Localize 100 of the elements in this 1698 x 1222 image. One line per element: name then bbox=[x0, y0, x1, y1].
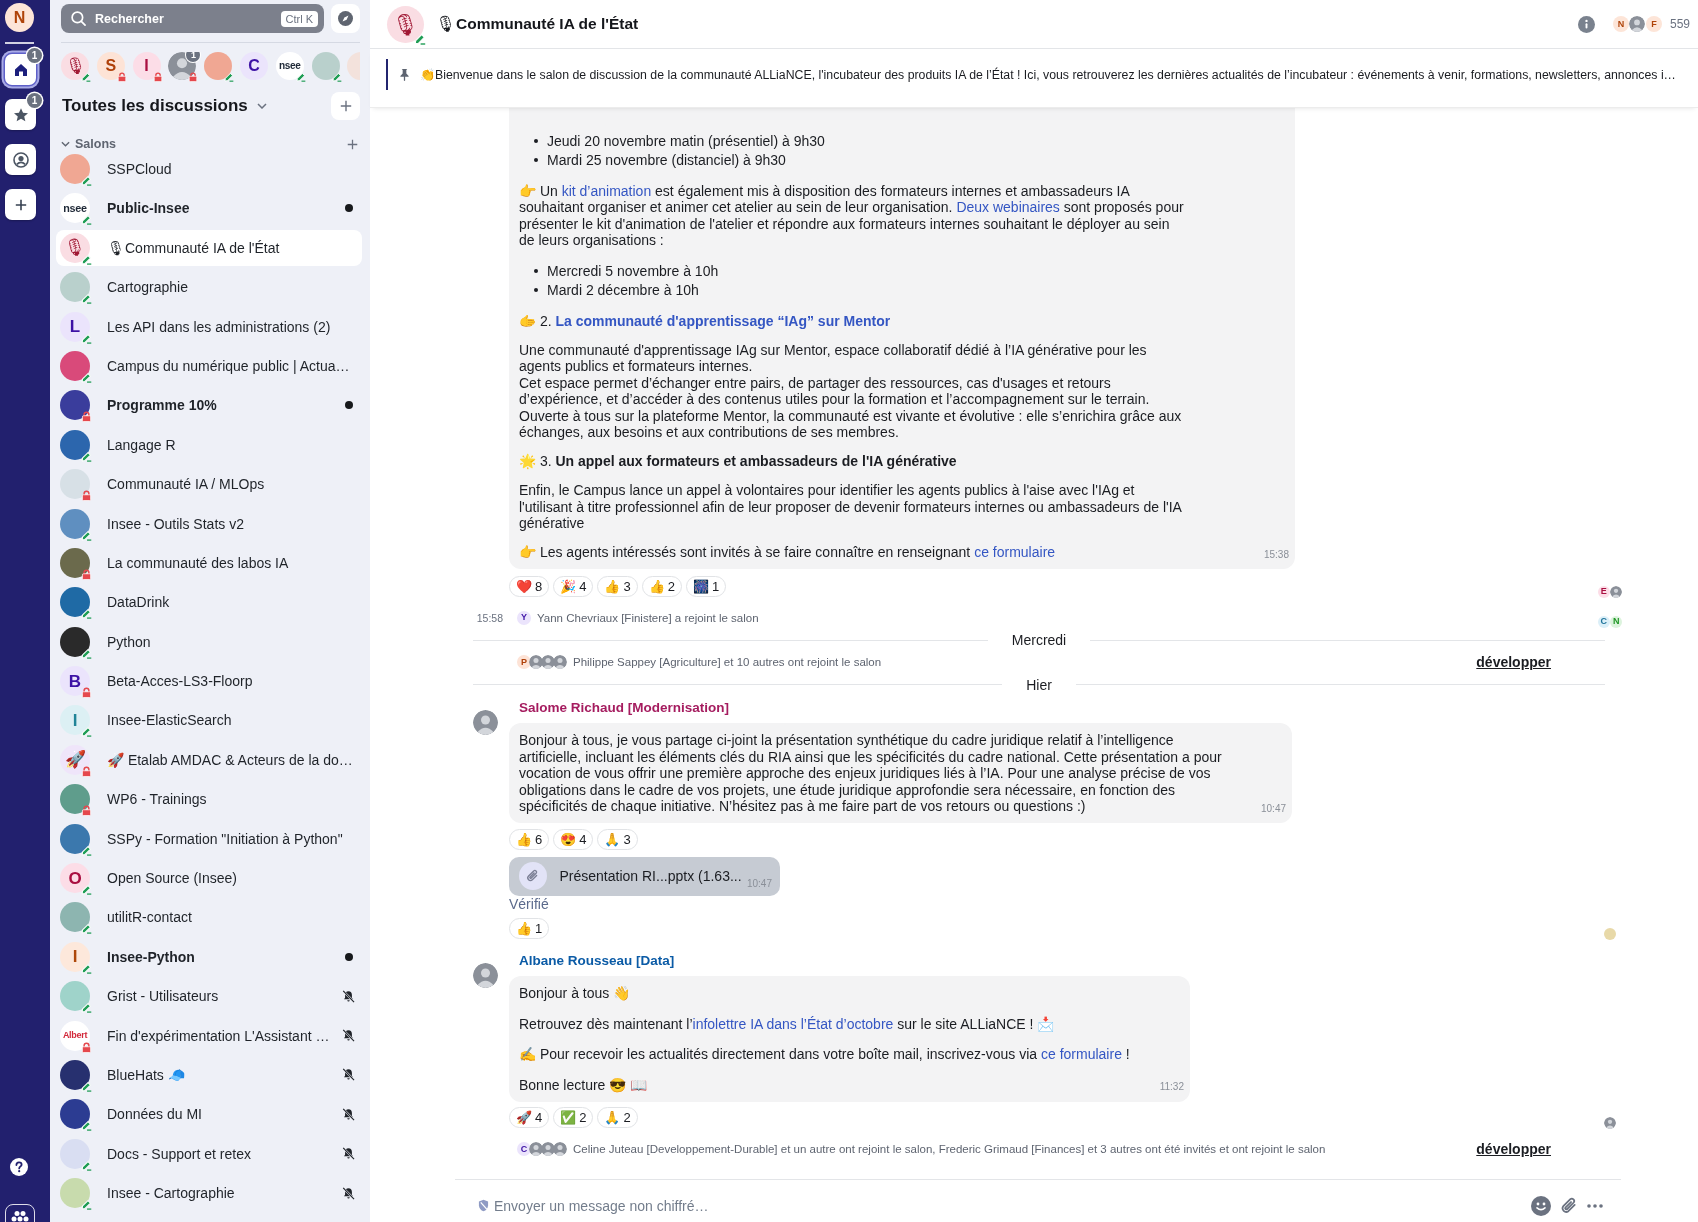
microphone-icon: 🎙 bbox=[436, 15, 456, 32]
section-toggle[interactable]: Salons bbox=[61, 137, 116, 151]
user-avatar bbox=[1629, 16, 1646, 32]
room-item[interactable]: O Open Source (Insee) bbox=[56, 860, 362, 897]
reaction-button[interactable]: 🎆 1 bbox=[685, 575, 727, 597]
pointing-hand-icon: 👉 bbox=[519, 544, 536, 560]
recent-room-avatar[interactable]: I bbox=[132, 52, 161, 80]
room-item[interactable]: Docs - Support et retex bbox=[56, 1135, 362, 1172]
room-avatar: I bbox=[60, 941, 90, 972]
user-avatar[interactable]: N bbox=[5, 3, 34, 32]
message-text: Bonne lecture 😎 📖 bbox=[519, 1076, 649, 1094]
reaction-button[interactable]: 🎉 4 bbox=[553, 575, 594, 597]
room-list-title[interactable]: Toutes les discussions bbox=[62, 96, 267, 116]
compose-button[interactable] bbox=[331, 92, 360, 120]
room-item[interactable]: nsee Public-Insee bbox=[56, 190, 362, 227]
reaction-button[interactable]: 🙏 3 bbox=[597, 828, 638, 850]
inline-link[interactable]: ce formulaire bbox=[974, 544, 1056, 560]
reaction-button[interactable]: 😍 4 bbox=[553, 828, 594, 850]
inline-link[interactable]: Deux webinaires bbox=[956, 199, 1060, 215]
sunglasses-face-icon: 😎 bbox=[609, 1076, 627, 1093]
room-item[interactable]: 🚀 🚀 Etalab AMDAC & Acteurs de la do… bbox=[56, 741, 362, 778]
reaction-button[interactable]: 🚀 4 bbox=[509, 1107, 550, 1129]
pinned-message[interactable]: 👏Bienvenue dans le salon de discussion de la communauté ALLiaNCE, l'incubateur des produits IA de l’État ! Ici, vous retrouverez les dernières actualités de l’incubateur : événements à venir, formations, newsletters, annonces i… bbox=[386, 59, 1698, 90]
help-button[interactable] bbox=[10, 1158, 28, 1176]
room-item[interactable]: Campus du numérique public | Actua… bbox=[56, 347, 362, 384]
room-item[interactable]: Insee - Outils Stats v2 bbox=[56, 505, 362, 542]
expand-link[interactable]: développer bbox=[1476, 1141, 1551, 1158]
recent-room-avatar[interactable]: C bbox=[240, 52, 268, 80]
read-receipt-avatar[interactable]: E bbox=[1597, 585, 1610, 598]
inline-link[interactable]: ce formulaire bbox=[1041, 1046, 1122, 1063]
member-list-button[interactable]: N F 559 bbox=[1612, 16, 1690, 32]
sender-name[interactable]: Salome Richaud [Modernisation] bbox=[519, 698, 730, 717]
room-item[interactable]: La communauté des labos IA bbox=[56, 544, 362, 581]
recent-room-avatar[interactable]: S bbox=[96, 52, 125, 80]
membership-event-text: Celine Juteau [Developpement-Durable] et un autre ont rejoint le salon, Frederic Grimaud [Finances] et 3 autres ont été invités et ont rejoint le salon bbox=[573, 1143, 1326, 1156]
reaction-button[interactable]: 👍 2 bbox=[641, 575, 682, 597]
reaction-button[interactable]: 🙏 2 bbox=[597, 1107, 638, 1129]
inline-link[interactable]: La communauté d'apprentissage “IAg” sur Mentor bbox=[555, 312, 891, 329]
fireworks-icon: 🎆 bbox=[692, 578, 709, 594]
room-item[interactable]: Python bbox=[56, 623, 362, 660]
more-button[interactable] bbox=[1587, 1203, 1603, 1208]
room-item[interactable]: Langage R bbox=[56, 426, 362, 463]
reaction-button[interactable]: 👍 6 bbox=[509, 828, 550, 850]
people-button[interactable] bbox=[5, 144, 36, 175]
recent-room-avatar[interactable]: nsee bbox=[275, 52, 304, 80]
sender-name[interactable]: Albane Rousseau [Data] bbox=[519, 951, 675, 970]
message-field[interactable]: Envoyer un message non chiffré… bbox=[494, 1197, 1521, 1214]
recent-room-avatar[interactable]: 🎙 bbox=[61, 52, 89, 80]
room-item[interactable]: Programme 10% bbox=[56, 387, 362, 424]
expand-link[interactable]: développer bbox=[1476, 654, 1551, 670]
room-item[interactable]: BlueHats 🧢 bbox=[56, 1057, 362, 1093]
room-item[interactable]: Communauté IA / MLOps bbox=[56, 466, 362, 503]
user-avatar[interactable] bbox=[1610, 585, 1623, 598]
member-avatar: Y bbox=[517, 610, 531, 625]
chevron-down-icon bbox=[256, 103, 267, 109]
timestamp: 15:38 bbox=[1263, 548, 1289, 561]
search-button[interactable]: Rechercher Ctrl K bbox=[61, 4, 324, 33]
room-item[interactable]: utilitR-contact bbox=[56, 899, 362, 936]
hand-icon: 🫱 bbox=[519, 312, 536, 329]
user-avatar bbox=[529, 655, 543, 669]
reaction-button[interactable]: ✅ 2 bbox=[553, 1107, 594, 1129]
create-space-button[interactable] bbox=[5, 189, 36, 220]
add-room-button[interactable] bbox=[347, 138, 358, 150]
thumbs-up-icon: 👍 bbox=[516, 921, 532, 937]
room-item[interactable]: Grist - Utilisateurs bbox=[56, 978, 362, 1015]
room-avatar: O bbox=[60, 863, 90, 894]
room-item[interactable]: 🎙 🎙Communauté IA de l'État bbox=[56, 229, 362, 266]
room-item[interactable]: Cartographie bbox=[56, 269, 362, 306]
user-avatar bbox=[529, 1142, 543, 1157]
room-item[interactable]: B Beta-Acces-LS3-Floorp bbox=[56, 663, 362, 700]
emoji-button[interactable] bbox=[1531, 1195, 1551, 1216]
room-item[interactable]: I Insee-Python bbox=[56, 938, 362, 975]
user-avatar[interactable] bbox=[1604, 1117, 1616, 1130]
room-item[interactable]: SSPCloud bbox=[56, 151, 362, 187]
read-receipt-avatar[interactable]: C bbox=[1597, 615, 1610, 628]
heart-eyes-face-icon: 😍 bbox=[560, 831, 577, 847]
room-item[interactable]: SSPy - Formation "Initiation à Python" bbox=[56, 820, 362, 857]
room-info-button[interactable] bbox=[1577, 15, 1595, 33]
room-item[interactable]: Données du MI bbox=[56, 1096, 362, 1133]
home-icon bbox=[13, 62, 28, 77]
reaction-button[interactable]: 👍 3 bbox=[597, 575, 638, 597]
explore-button[interactable] bbox=[331, 4, 360, 33]
user-avatar[interactable] bbox=[473, 962, 498, 988]
attach-button[interactable] bbox=[1561, 1196, 1577, 1215]
room-item[interactable]: Albert Fin d'expérimentation L'Assistant … bbox=[56, 1017, 362, 1054]
room-item[interactable]: L Les API dans les administrations (2) bbox=[56, 308, 362, 345]
membership-event-text: Yann Chevriaux [Finistere] a rejoint le salon bbox=[537, 611, 759, 624]
bell-off-icon bbox=[342, 1029, 355, 1043]
file-attachment[interactable]: Présentation RI...pptx (1.63... 10:47 bbox=[509, 857, 780, 896]
room-item[interactable]: DataDrink bbox=[56, 584, 362, 621]
room-item[interactable]: WP6 - Trainings bbox=[56, 781, 362, 818]
help-icon bbox=[10, 1158, 28, 1176]
reaction-button[interactable]: 👍 1 bbox=[509, 918, 550, 940]
reaction-button[interactable]: ❤ 8 bbox=[509, 575, 550, 597]
microphone-icon: 🎙 bbox=[64, 239, 86, 257]
room-avatar[interactable]: 🎙 bbox=[387, 5, 424, 43]
room-item[interactable]: Insee - Cartographie bbox=[56, 1175, 362, 1212]
room-item[interactable]: I Insee-ElasticSearch bbox=[56, 702, 362, 739]
inline-link[interactable]: kit d’animation bbox=[561, 182, 652, 199]
user-avatar[interactable] bbox=[473, 709, 498, 735]
